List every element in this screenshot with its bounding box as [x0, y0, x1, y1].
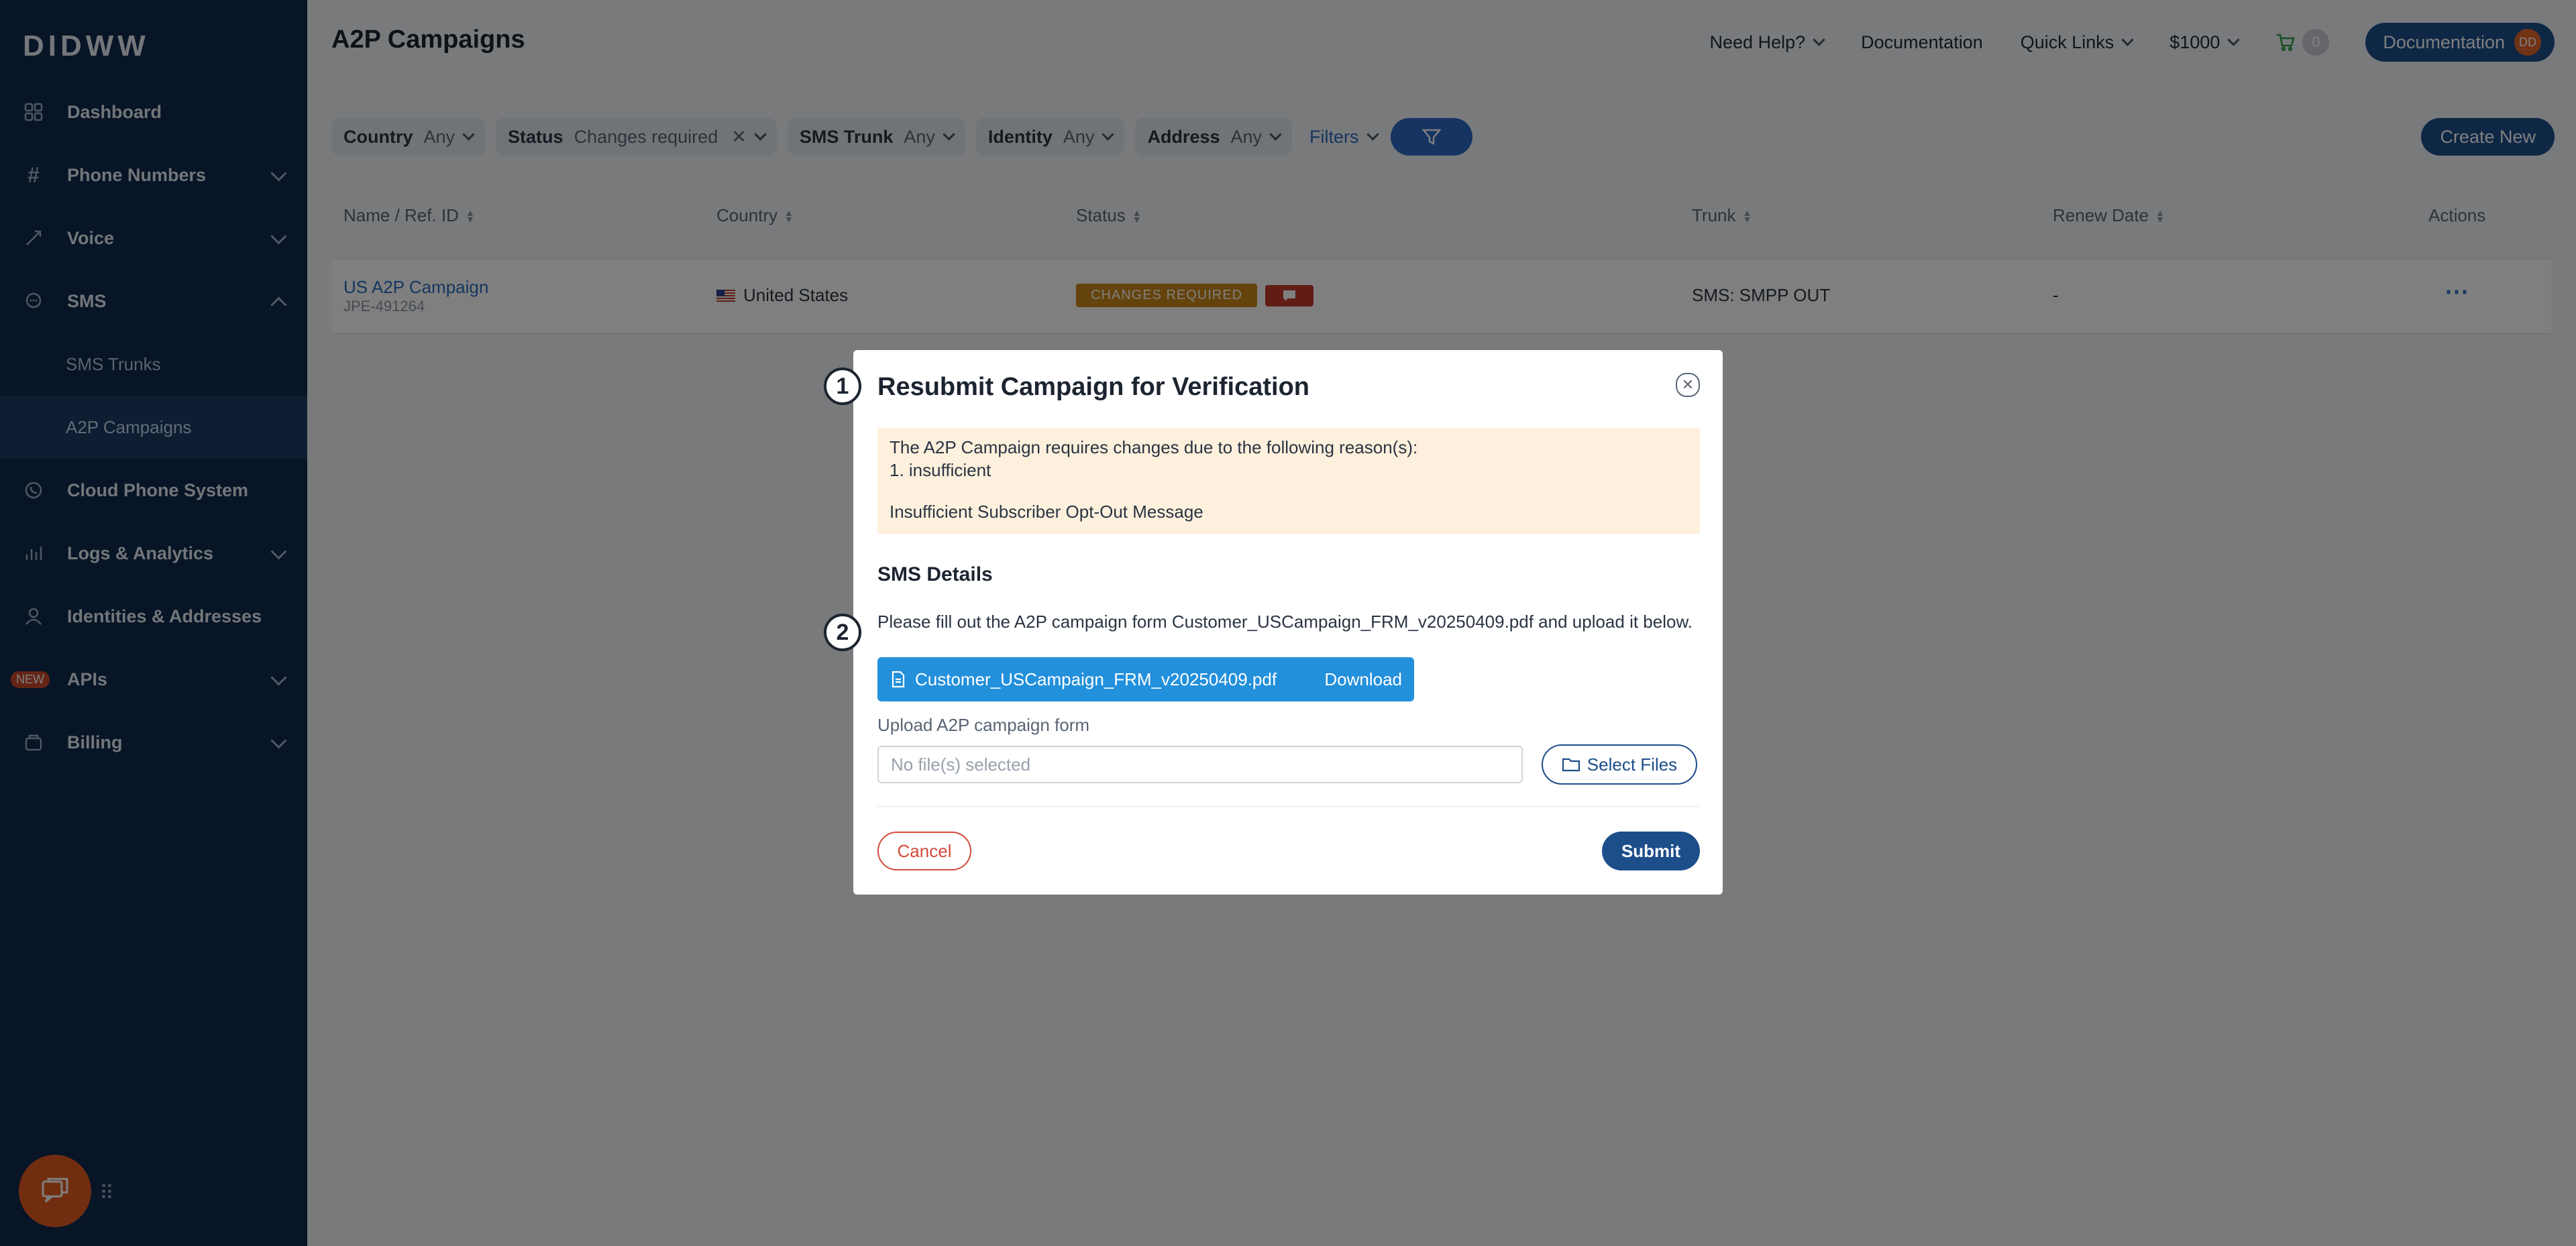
upload-label: Upload A2P campaign form: [877, 715, 1090, 735]
step-marker-2: 2: [824, 614, 861, 651]
instructions: Please fill out the A2P campaign form Cu…: [877, 612, 1693, 632]
step-marker-1: 1: [824, 367, 861, 405]
download-label: Download: [1324, 669, 1402, 689]
cancel-button[interactable]: Cancel: [877, 832, 971, 870]
alert-detail: Insufficient Subscriber Opt-Out Message: [890, 502, 1203, 522]
changes-required-alert: The A2P Campaign requires changes due to…: [877, 428, 1700, 534]
alert-text: The A2P Campaign requires changes due to…: [890, 437, 1418, 457]
pdf-file-icon: [892, 671, 905, 688]
select-files-label: Select Files: [1587, 754, 1678, 775]
section-title: SMS Details: [877, 563, 993, 585]
file-name: Customer_USCampaign_FRM_v20250409.pdf: [915, 669, 1277, 689]
resubmit-campaign-dialog: Resubmit Campaign for Verification ✕ The…: [853, 350, 1723, 895]
download-form-button[interactable]: Customer_USCampaign_FRM_v20250409.pdf Do…: [877, 657, 1414, 701]
folder-icon: [1562, 758, 1580, 772]
divider: [877, 806, 1700, 807]
file-input[interactable]: No file(s) selected: [877, 746, 1523, 783]
alert-reason: 1. insufficient: [890, 460, 991, 480]
submit-button[interactable]: Submit: [1602, 832, 1700, 870]
select-files-button[interactable]: Select Files: [1542, 744, 1697, 785]
close-icon[interactable]: ✕: [1676, 373, 1700, 397]
dialog-title: Resubmit Campaign for Verification: [877, 373, 1309, 401]
